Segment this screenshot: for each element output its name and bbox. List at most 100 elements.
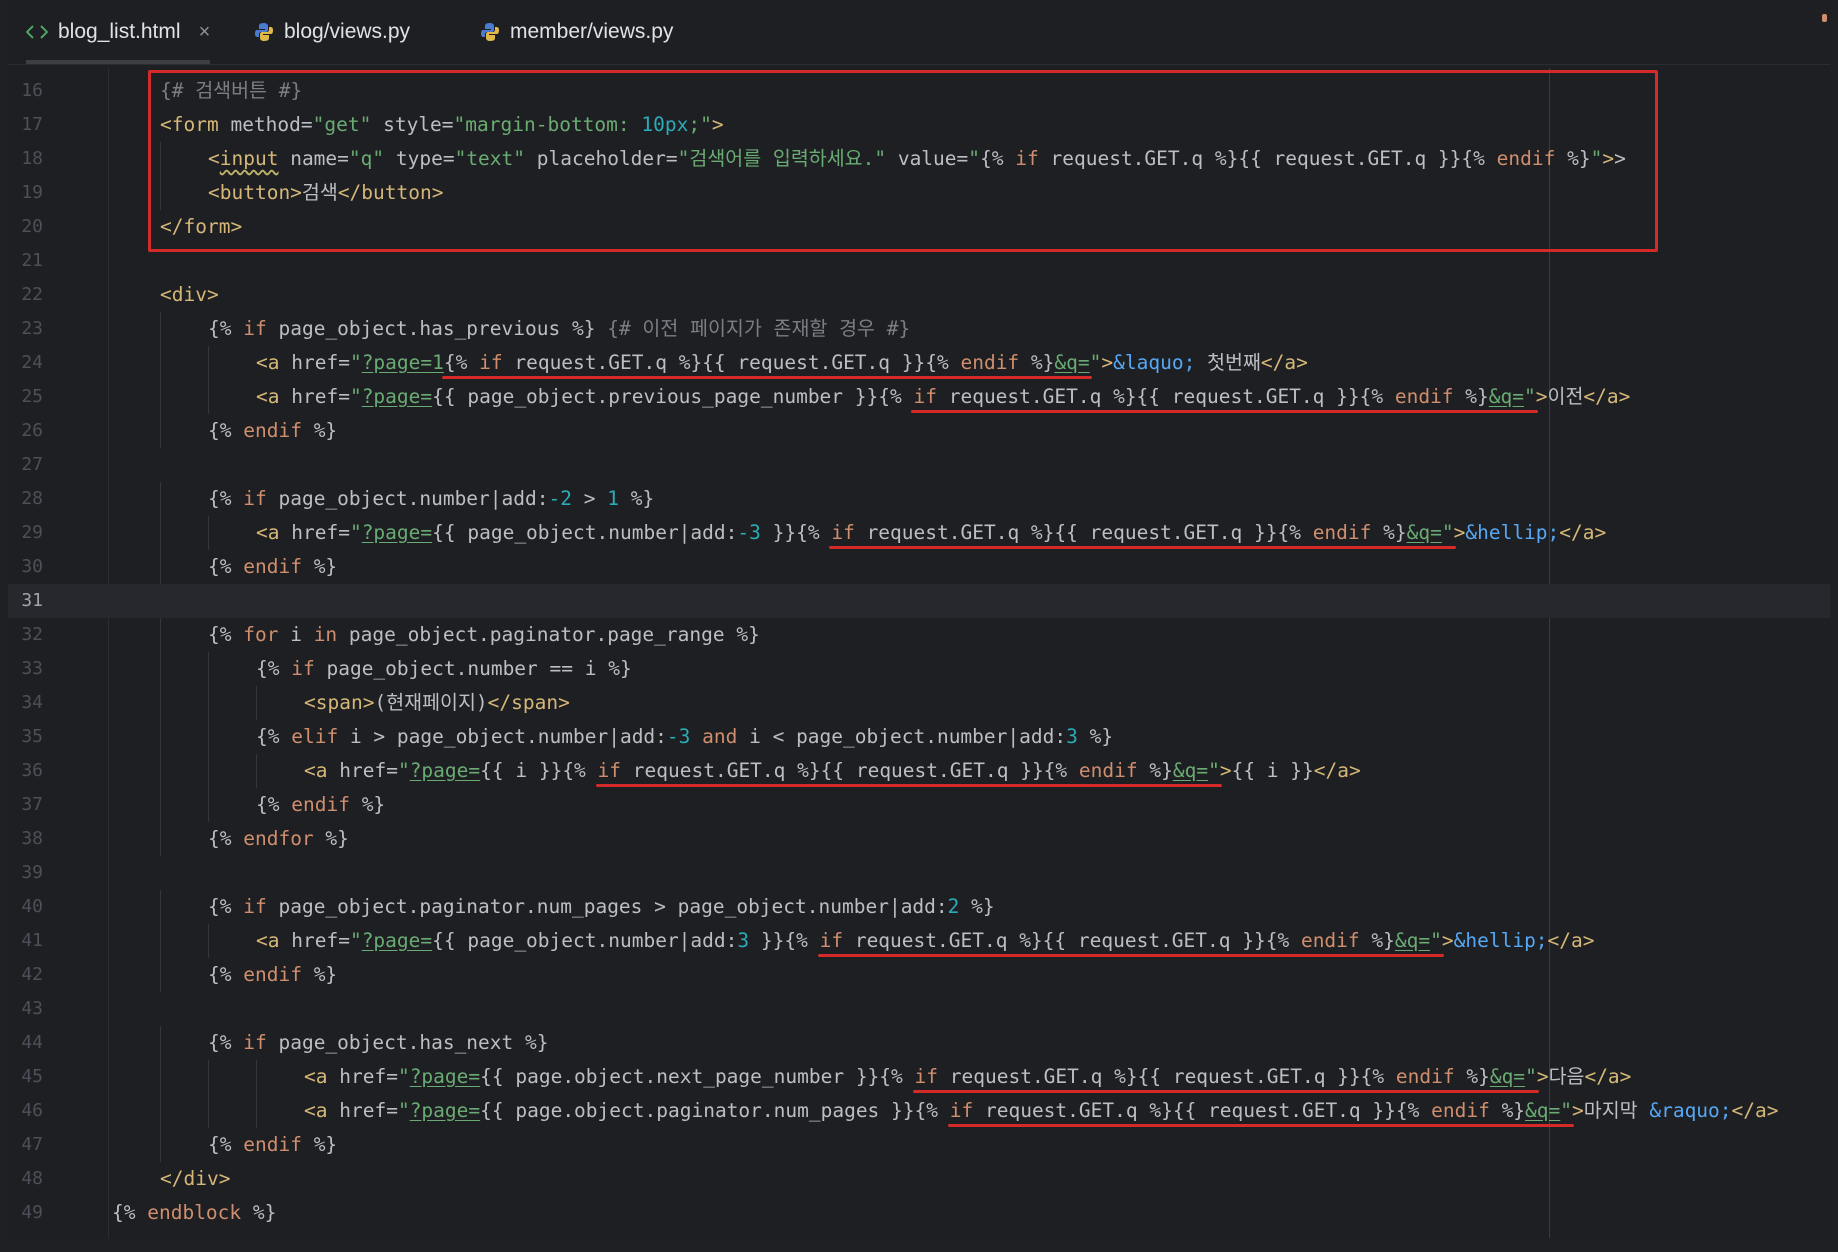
tab-blog-list-html[interactable]: blog_list.html ×	[26, 0, 211, 64]
code-line[interactable]: 42 {% endif %}	[8, 958, 1830, 992]
code-token: >	[1441, 929, 1454, 952]
line-number[interactable]: 19	[8, 176, 43, 210]
code-line[interactable]: 31	[8, 584, 1830, 618]
code-token: ?page=	[361, 385, 433, 408]
code-line[interactable]: 23 {% if page_object.has_previous %} {# 이…	[8, 312, 1830, 346]
line-number[interactable]: 30	[8, 550, 43, 584]
code-line[interactable]: 40 {% if page_object.paginator.num_pages …	[8, 890, 1830, 924]
line-number[interactable]: 41	[8, 924, 43, 958]
line-number[interactable]: 25	[8, 380, 43, 414]
line-number[interactable]: 20	[8, 210, 43, 244]
line-number[interactable]: 31	[8, 584, 43, 618]
code-token: {%	[256, 793, 292, 816]
code-token: &q=	[1489, 1065, 1526, 1088]
line-number[interactable]: 28	[8, 482, 43, 516]
code-token: "	[1560, 1099, 1573, 1122]
indent-guide	[160, 618, 161, 652]
code-line[interactable]: 48 </div>	[8, 1162, 1830, 1196]
code-line[interactable]: 36 <a href="?page={{ i }}{% if request.GE…	[8, 754, 1830, 788]
code-token: {%	[208, 487, 244, 510]
code-line[interactable]: 38 {% endfor %}	[8, 822, 1830, 856]
code-line[interactable]: 37 {% endif %}	[8, 788, 1830, 822]
line-number[interactable]: 32	[8, 618, 43, 652]
line-number[interactable]: 43	[8, 992, 43, 1026]
line-number[interactable]: 24	[8, 346, 43, 380]
code-line[interactable]: 26 {% endif %}	[8, 414, 1830, 448]
tab-member-views-py[interactable]: member/views.py	[480, 0, 673, 64]
line-number[interactable]: 45	[8, 1060, 43, 1094]
code-line[interactable]: 41 <a href="?page={{ page_object.number|a…	[8, 924, 1830, 958]
code-token: </a>	[1313, 759, 1361, 782]
line-number[interactable]: 36	[8, 754, 43, 788]
code-token: %}	[325, 827, 349, 850]
code-line[interactable]: 44 {% if page_object.has_next %}	[8, 1026, 1830, 1060]
line-number[interactable]: 29	[8, 516, 43, 550]
line-number[interactable]: 26	[8, 414, 43, 448]
line-number[interactable]: 39	[8, 856, 43, 890]
indent-guide	[208, 380, 209, 414]
code-line[interactable]: 39	[8, 856, 1830, 890]
code-editor[interactable]: 16 {# 검색버튼 #} 17 <form method="get" style="…	[8, 68, 1830, 1238]
code-token: href=	[339, 1065, 398, 1088]
warning-marker-icon[interactable]	[1822, 14, 1827, 22]
code-text: <a href="?page={{ page_object.previous_p…	[256, 380, 1630, 414]
code-line[interactable]: 34 <span>(현재페이지)</span>	[8, 686, 1830, 720]
line-number[interactable]: 21	[8, 244, 43, 278]
code-token: for	[243, 623, 291, 646]
line-number[interactable]: 38	[8, 822, 43, 856]
code-token: 3	[1066, 725, 1078, 748]
code-line[interactable]: 33 {% if page_object.number == i %}	[8, 652, 1830, 686]
code-token: endfor	[243, 827, 326, 850]
close-icon[interactable]: ×	[199, 21, 211, 44]
code-line[interactable]: 47 {% endif %}	[8, 1128, 1830, 1162]
code-line[interactable]: 25 <a href="?page={{ page_object.previous…	[8, 380, 1830, 414]
line-number[interactable]: 47	[8, 1128, 43, 1162]
code-token: i	[290, 623, 314, 646]
line-number[interactable]: 46	[8, 1094, 43, 1128]
code-line[interactable]: 28 {% if page_object.number|add:-2 > 1 %}	[8, 482, 1830, 516]
code-token: </span>	[487, 691, 570, 714]
code-token: "	[349, 385, 362, 408]
code-token: href=	[291, 385, 350, 408]
code-token: %}	[1149, 759, 1173, 782]
code-text: {% elif i > page_object.number|add:-3 an…	[256, 720, 1113, 754]
indent-guide	[160, 788, 161, 822]
line-number[interactable]: 23	[8, 312, 43, 346]
line-number[interactable]: 37	[8, 788, 43, 822]
line-number[interactable]: 18	[8, 142, 43, 176]
line-number[interactable]: 22	[8, 278, 43, 312]
line-number[interactable]: 44	[8, 1026, 43, 1060]
line-number[interactable]: 34	[8, 686, 43, 720]
indent-guide	[256, 1060, 257, 1094]
indent-guide	[160, 720, 161, 754]
line-number[interactable]: 27	[8, 448, 43, 482]
code-line[interactable]: 49 {% endblock %}	[8, 1196, 1830, 1230]
code-line[interactable]: 35 {% elif i > page_object.number|add:-3 …	[8, 720, 1830, 754]
code-text: <a href="?page={{ page_object.number|add…	[256, 924, 1595, 958]
line-number[interactable]: 48	[8, 1162, 43, 1196]
code-line[interactable]: 24 <a href="?page=1{% if request.GET.q %}…	[8, 346, 1830, 380]
line-number[interactable]: 42	[8, 958, 43, 992]
indent-guide	[160, 754, 161, 788]
line-number[interactable]: 33	[8, 652, 43, 686]
code-line[interactable]: 22 <div>	[8, 278, 1830, 312]
code-token: </a>	[1260, 351, 1308, 374]
line-number[interactable]: 17	[8, 108, 43, 142]
code-text: {% endif %}	[256, 788, 385, 822]
code-token: href=	[291, 929, 350, 952]
code-line[interactable]: 43	[8, 992, 1830, 1026]
code-line[interactable]: 30 {% endif %}	[8, 550, 1830, 584]
code-token: href=	[291, 351, 350, 374]
line-number[interactable]: 35	[8, 720, 43, 754]
line-number[interactable]: 40	[8, 890, 43, 924]
code-line[interactable]: 45 <a href="?page={{ page.object.next_pag…	[8, 1060, 1830, 1094]
line-number[interactable]: 16	[8, 74, 43, 108]
code-line[interactable]: 29 <a href="?page={{ page_object.number|a…	[8, 516, 1830, 550]
line-number[interactable]: 49	[8, 1196, 43, 1230]
code-line[interactable]: 27	[8, 448, 1830, 482]
code-line[interactable]: 46 <a href="?page={{ page.object.paginato…	[8, 1094, 1830, 1128]
code-line[interactable]: 32 {% for i in page_object.paginator.page…	[8, 618, 1830, 652]
tab-blog-views-py[interactable]: blog/views.py	[254, 0, 410, 64]
code-token: "	[349, 521, 362, 544]
code-token: endif	[1078, 759, 1150, 782]
